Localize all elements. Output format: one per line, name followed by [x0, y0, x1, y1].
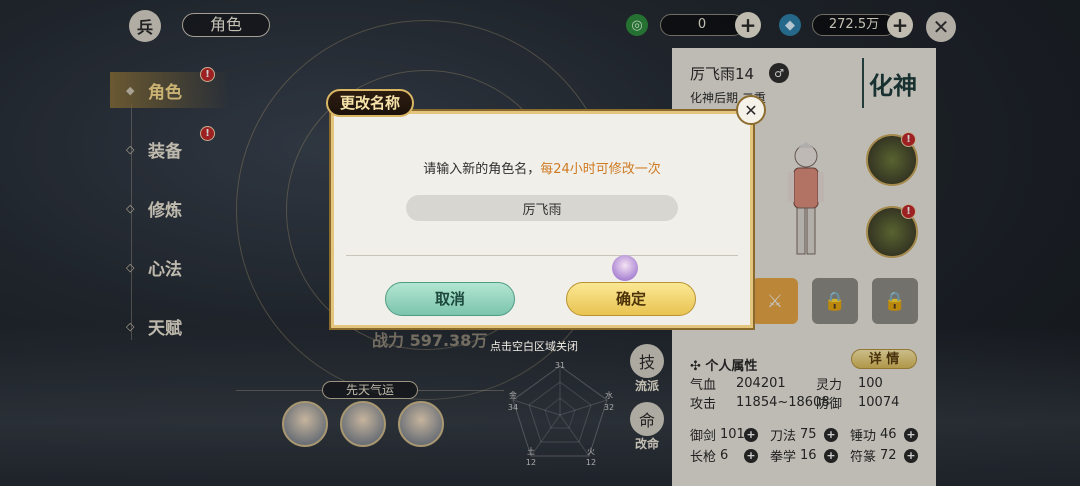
cancel-button[interactable]: 取消 [385, 282, 515, 316]
dialog-title: 更改名称 [326, 89, 415, 117]
dialog-divider [346, 255, 738, 256]
confirm-button[interactable]: 确定 [566, 282, 696, 316]
chibi-decoration [612, 255, 638, 281]
prompt-main: 请输入新的角色名， [423, 162, 541, 177]
name-input[interactable] [406, 195, 678, 221]
prompt-warning: 每24小时可修改一次 [540, 162, 661, 177]
close-hint: 点击空白区域关闭 [490, 340, 578, 353]
rename-prompt: 请输入新的角色名，每24小时可修改一次 [331, 158, 753, 177]
dialog-close-icon[interactable]: ✕ [736, 95, 766, 125]
